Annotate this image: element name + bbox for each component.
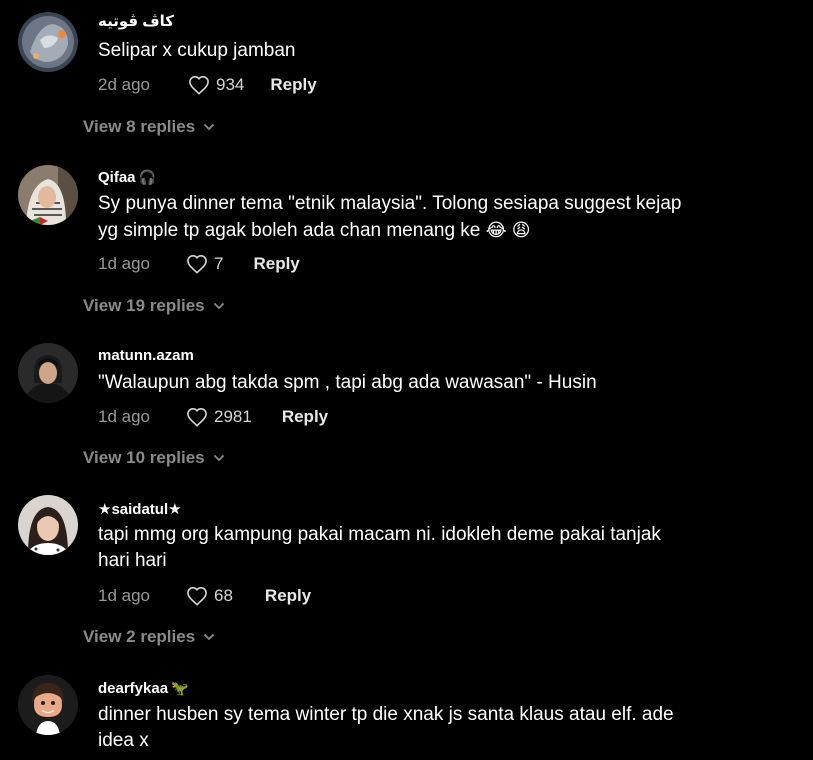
like-button[interactable]: 7 [186, 254, 223, 274]
view-replies-label: View 10 replies [83, 448, 205, 467]
heart-icon [187, 586, 207, 606]
reply-button[interactable]: Reply [253, 254, 299, 274]
like-count: 2981 [214, 407, 252, 426]
like-button[interactable]: 2981 [186, 407, 252, 427]
username[interactable]: matunn.azam [98, 347, 194, 364]
comment-text-line: dinner husben sy tema winter tp die xnak… [98, 704, 674, 725]
dinosaur-emoji: 🦖 [171, 680, 189, 696]
comment-text-line: tapi mmg org kampung pakai macam ni. ido… [98, 524, 661, 545]
comment-text: "Walaupun abg takda spm , tapi abg ada w… [98, 372, 597, 393]
heart-icon [187, 254, 207, 274]
username-text: Qifaa [98, 169, 136, 186]
avatar[interactable] [18, 12, 78, 72]
avatar[interactable] [18, 343, 78, 403]
girl-avatar-icon [18, 495, 78, 555]
comment-text: Sy punya dinner tema "etnik malaysia". T… [98, 191, 788, 244]
comment-time: 2d ago [98, 75, 150, 94]
comment-time: 1d ago [98, 254, 150, 273]
reply-button[interactable]: Reply [265, 586, 311, 606]
woman-keffiyeh-avatar-icon [18, 165, 78, 225]
username-text: dearfykaa [98, 680, 169, 697]
chevron-down-icon [204, 123, 215, 131]
view-replies-button[interactable]: View 2 replies [83, 627, 215, 647]
chevron-down-icon [204, 633, 215, 641]
like-count: 68 [214, 586, 233, 605]
comment-meta: 2d ago 934 Reply [98, 73, 317, 97]
username[interactable]: کاڤ ڤوتيه [98, 12, 174, 30]
like-count: 7 [214, 254, 224, 273]
view-replies-label: View 19 replies [83, 296, 205, 315]
comment-time: 1d ago [98, 407, 150, 426]
chevron-down-icon [213, 302, 224, 310]
comment-text-line: yg simple tp agak boleh ada chan menang … [98, 217, 788, 244]
dragon-avatar-icon [18, 12, 78, 72]
like-count: 934 [216, 75, 245, 94]
view-replies-button[interactable]: View 19 replies [83, 296, 225, 316]
comment-time: 1d ago [98, 586, 150, 605]
headphones-emoji: 🎧 [138, 169, 156, 185]
username[interactable]: Qifaa 🎧 [98, 169, 156, 186]
person-avatar-icon [18, 343, 78, 403]
comment-text: Selipar x cukup jamban [98, 40, 296, 61]
comment-meta: 1d ago 2981 Reply [98, 405, 328, 429]
comment-meta: 1d ago 68 Reply [98, 584, 311, 608]
view-replies-label: View 8 replies [83, 117, 196, 136]
view-replies-button[interactable]: View 10 replies [83, 448, 225, 468]
emoji-reactions: 😂 😩 [485, 220, 531, 240]
chevron-down-icon [213, 454, 224, 462]
comment-text-line: hari hari [98, 550, 167, 571]
view-replies-label: View 2 replies [83, 627, 196, 646]
comment-meta: 1d ago 7 Reply [98, 252, 300, 276]
comment-text-line: idea x [98, 730, 149, 751]
like-button[interactable]: 934 [188, 75, 244, 95]
comment-text: tapi mmg org kampung pakai macam ni. ido… [98, 522, 788, 574]
username[interactable]: ★saidatul★ [98, 500, 182, 518]
like-button[interactable]: 68 [186, 586, 233, 606]
reply-button[interactable]: Reply [270, 75, 316, 95]
comment-text-line: Sy punya dinner tema "etnik malaysia". T… [98, 193, 682, 214]
memoji-avatar-icon [18, 675, 78, 735]
heart-icon [189, 75, 209, 95]
view-replies-button[interactable]: View 8 replies [83, 117, 215, 137]
comment-text-line-2: yg simple tp agak boleh ada chan menang … [98, 220, 481, 241]
comment-text: dinner husben sy tema winter tp die xnak… [98, 702, 788, 754]
avatar[interactable] [18, 675, 78, 735]
avatar[interactable] [18, 165, 78, 225]
avatar[interactable] [18, 495, 78, 555]
reply-button[interactable]: Reply [282, 407, 328, 427]
username[interactable]: dearfykaa 🦖 [98, 680, 189, 697]
heart-icon [187, 407, 207, 427]
